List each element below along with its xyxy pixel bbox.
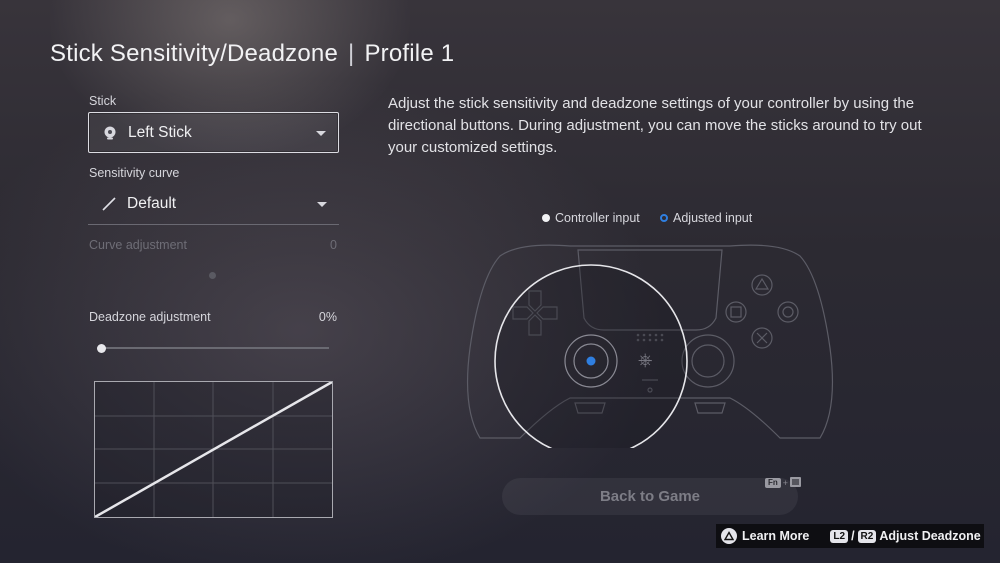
stick-select-value: Left Stick	[128, 123, 192, 141]
back-to-game-shortcut: Fn +	[765, 477, 802, 489]
stick-label: Stick	[89, 94, 117, 108]
curve-adjustment-label: Curve adjustment	[89, 238, 187, 252]
curve-adjustment-slider	[209, 272, 216, 279]
r2-button-badge: R2	[857, 529, 877, 543]
curve-select-value: Default	[127, 195, 177, 212]
deadzone-slider-knob[interactable]	[97, 344, 106, 353]
menu-icon	[790, 477, 802, 489]
deadzone-slider-track[interactable]	[100, 347, 329, 349]
controller-input-dot	[542, 214, 550, 222]
hint-separator: /	[851, 529, 855, 543]
learn-more-hint[interactable]: Learn More	[742, 529, 809, 543]
deadzone-value: 0%	[318, 310, 337, 324]
deadzone-label: Deadzone adjustment	[89, 310, 211, 324]
back-to-game-button[interactable]: Back to Game	[502, 478, 798, 515]
adjusted-input-dot	[660, 214, 668, 222]
page-title-text: Stick Sensitivity/Deadzone	[50, 40, 338, 67]
triangle-button-icon	[721, 528, 737, 544]
curve-select[interactable]: Default	[88, 184, 339, 225]
curve-adjustment-value: 0	[330, 238, 337, 252]
legend-adjusted-input-label: Adjusted input	[673, 211, 753, 225]
stick-select[interactable]: Left Stick	[88, 112, 339, 153]
page-title: Stick Sensitivity/Deadzone | Profile 1	[50, 40, 454, 68]
linear-curve-icon	[100, 195, 118, 213]
back-to-game-label: Back to Game	[599, 488, 701, 505]
adjust-deadzone-hint[interactable]: Adjust Deadzone	[879, 529, 980, 543]
sensitivity-curve-graph	[94, 381, 333, 518]
legend-adjusted-input: Adjusted input	[660, 211, 752, 225]
left-stick-icon	[101, 124, 119, 142]
controller-illustration: ⎈	[460, 238, 840, 448]
adjusted-input-indicator	[586, 356, 596, 366]
fn-key: Fn	[765, 478, 781, 488]
legend-controller-input-label: Controller input	[555, 211, 640, 225]
title-separator: |	[348, 40, 355, 67]
footer-hints: Learn More L2 / R2 Adjust Deadzone	[716, 524, 984, 548]
description-text: Adjust the stick sensitivity and deadzon…	[388, 95, 922, 156]
l2-button-badge: L2	[830, 529, 849, 543]
plus-sign: +	[782, 478, 789, 488]
chevron-down-icon	[317, 202, 327, 207]
profile-name: Profile 1	[364, 40, 455, 67]
legend-controller-input: Controller input	[542, 211, 640, 225]
curve-label: Sensitivity curve	[89, 166, 180, 180]
chevron-down-icon	[316, 130, 326, 136]
